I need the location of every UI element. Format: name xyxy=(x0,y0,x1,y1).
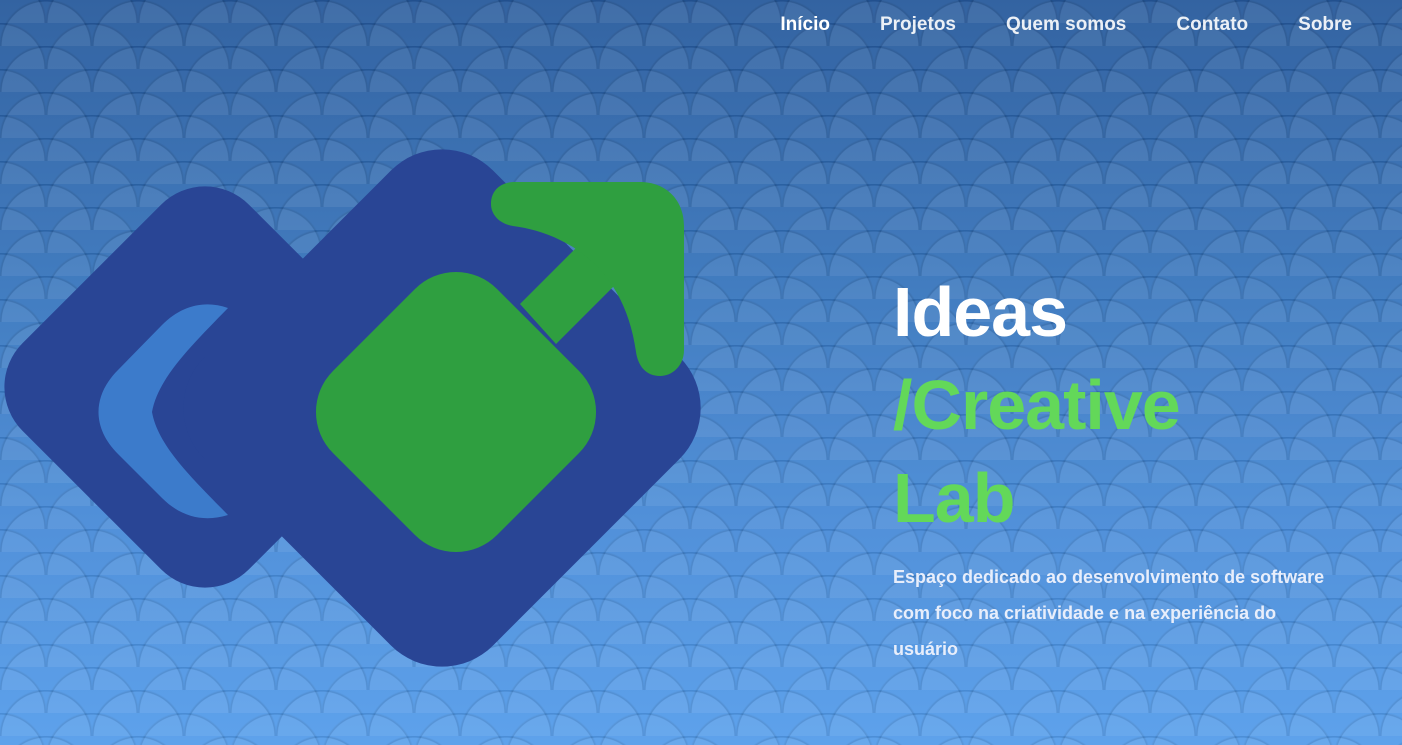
nav-link-quem-somos[interactable]: Quem somos xyxy=(1006,13,1126,37)
nav-link-inicio[interactable]: Início xyxy=(780,13,830,37)
nav-link-sobre[interactable]: Sobre xyxy=(1298,13,1352,37)
nav-link-projetos[interactable]: Projetos xyxy=(880,13,956,37)
ideas-creative-lab-logo-icon xyxy=(4,149,701,667)
hero-title-line-3: Lab xyxy=(893,459,1015,537)
hero-title-line-1: Ideas xyxy=(893,273,1068,351)
hero-title: Ideas /Creative Lab xyxy=(893,266,1333,545)
hero-subtitle: Espaço dedicado ao desenvolvimento de so… xyxy=(893,567,1325,659)
nav-link-contato[interactable]: Contato xyxy=(1176,13,1248,37)
top-navigation: Início Projetos Quem somos Contato Sobre xyxy=(780,13,1352,37)
hero-title-line-2: /Creative xyxy=(893,366,1181,444)
hero-copy: Ideas /Creative Lab Espaço dedicado ao d… xyxy=(893,266,1333,667)
hero-section: Início Projetos Quem somos Contato Sobre… xyxy=(0,0,1402,745)
